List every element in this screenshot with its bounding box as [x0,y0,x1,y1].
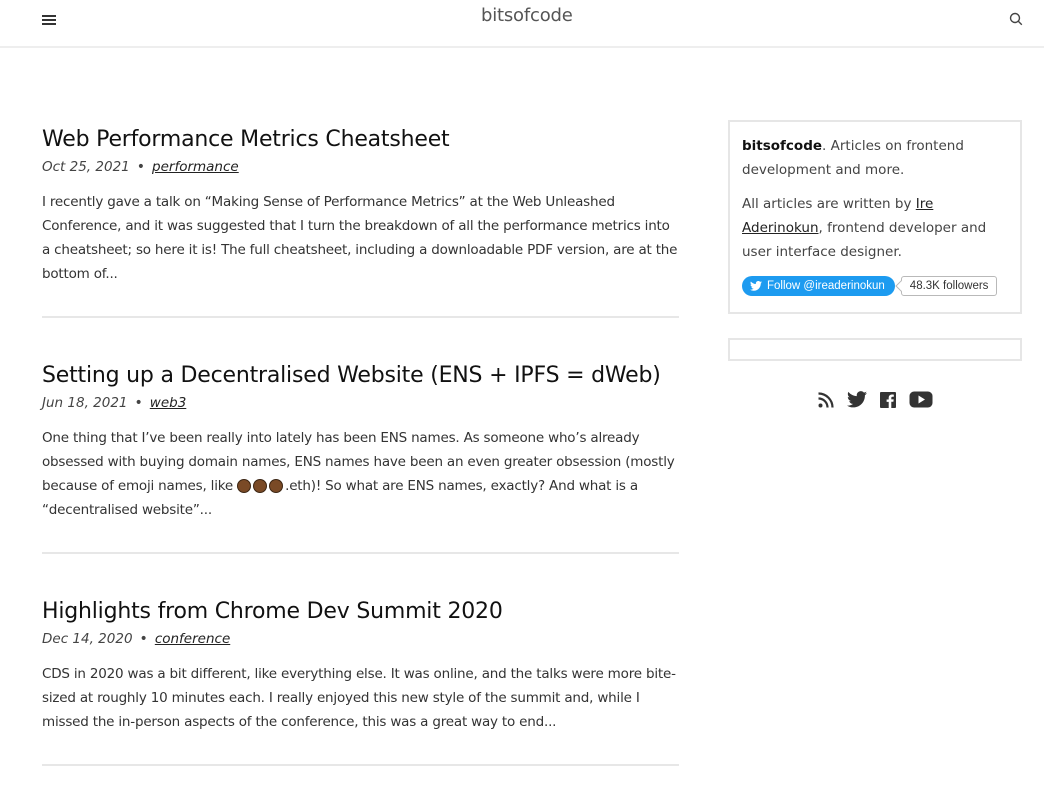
social-links [728,391,1022,409]
site-header: bitsofcode [0,0,1044,48]
article-card: Web Performance Metrics Cheatsheet Oct 2… [42,120,679,318]
brown-emoji-icon [253,479,268,493]
article-title[interactable]: Highlights from Chrome Dev Summit 2020 [42,592,679,632]
twitter-follow-button[interactable]: Follow @ireaderinokun [742,276,895,296]
site-name: bitsofcode [742,138,823,154]
empty-widget-box [728,338,1022,361]
about-box: bitsofcode. Articles on frontend develop… [728,120,1022,314]
author-prefix: All articles are written by [742,196,916,212]
author-description: All articles are written by Ire Aderinok… [742,192,1008,264]
article-date: Oct 25, 2021 [42,159,130,175]
separator-dot: • [136,159,146,175]
site-description: bitsofcode. Articles on frontend develop… [742,134,1008,182]
article-tag-link[interactable]: performance [152,159,239,175]
article-excerpt: CDS in 2020 was a bit different, like ev… [42,666,676,730]
separator-dot: • [139,631,148,647]
twitter-bird-icon [750,281,762,291]
article-tag-link[interactable]: web3 [150,395,187,411]
article-excerpt: One thing that I’ve been really into lat… [42,426,679,522]
article-date: Jun 18, 2021 [42,395,128,411]
twitter-follow-widget: Follow @ireaderinokun 48.3K followers [742,276,1008,296]
article-excerpt: I recently gave a talk on “Making Sense … [42,194,678,282]
article-list: Web Performance Metrics Cheatsheet Oct 2… [42,120,679,804]
article-card: Highlights from Chrome Dev Summit 2020 D… [42,592,679,766]
sidebar: bitsofcode. Articles on frontend develop… [728,120,1022,409]
separator-dot: • [134,395,143,411]
brown-emoji-icon [237,479,252,493]
article-title[interactable]: Web Performance Metrics Cheatsheet [42,120,679,160]
article-date: Dec 14, 2020 [42,631,133,647]
twitter-follow-label: Follow @ireaderinokun [767,280,885,292]
brown-emoji-icon [269,479,284,493]
article-tag-link[interactable]: conference [155,631,230,647]
facebook-icon[interactable] [879,391,897,409]
twitter-followers-count[interactable]: 48.3K followers [900,276,998,296]
hamburger-menu-icon[interactable] [42,15,56,26]
rss-icon[interactable] [817,391,835,409]
article-title[interactable]: Setting up a Decentralised Website (ENS … [42,356,679,396]
site-logo[interactable]: bitsofcode [481,5,573,26]
youtube-icon[interactable] [909,391,933,408]
twitter-icon[interactable] [847,391,867,408]
search-icon[interactable] [1009,12,1023,26]
article-card: Setting up a Decentralised Website (ENS … [42,356,679,554]
